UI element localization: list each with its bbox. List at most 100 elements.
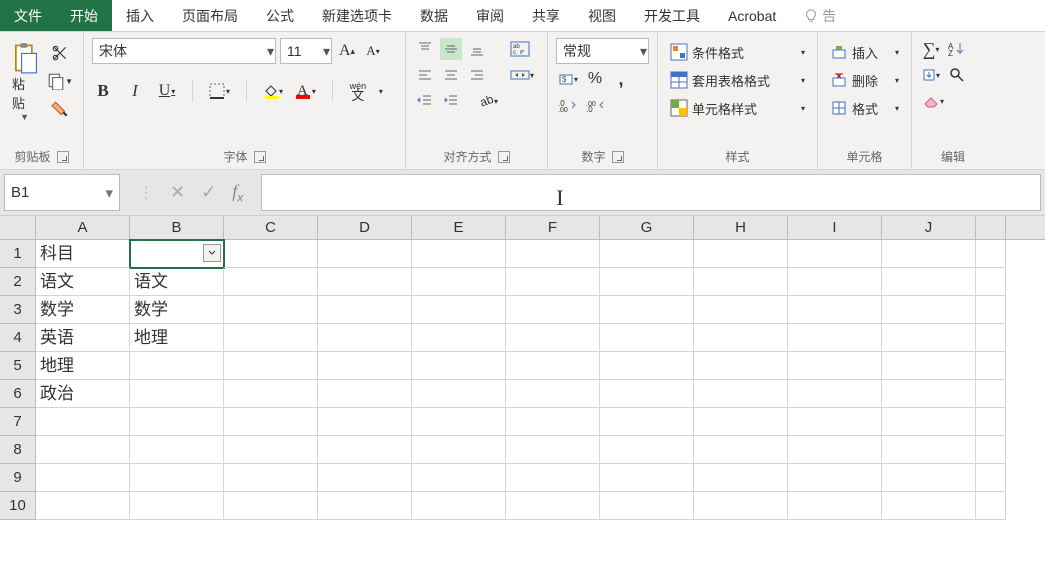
formula-input[interactable]: I bbox=[261, 174, 1041, 211]
cell-F1[interactable] bbox=[506, 240, 600, 268]
cell-H5[interactable] bbox=[694, 352, 788, 380]
cell-J3[interactable] bbox=[882, 296, 976, 324]
tab-tellme[interactable]: 告 bbox=[790, 0, 850, 31]
cell-D6[interactable] bbox=[318, 380, 412, 408]
cell-B10[interactable] bbox=[130, 492, 224, 520]
tab-insert[interactable]: 插入 bbox=[112, 0, 168, 31]
align-right-button[interactable] bbox=[466, 64, 488, 86]
cell-F10[interactable] bbox=[506, 492, 600, 520]
cell-H1[interactable] bbox=[694, 240, 788, 268]
cell-G4[interactable] bbox=[600, 324, 694, 352]
cell-G10[interactable] bbox=[600, 492, 694, 520]
filter-dropdown-button[interactable] bbox=[203, 244, 221, 262]
row-header-8[interactable]: 8 bbox=[0, 436, 36, 464]
cell-I3[interactable] bbox=[788, 296, 882, 324]
cell-H2[interactable] bbox=[694, 268, 788, 296]
cell-A6[interactable]: 政治 bbox=[36, 380, 130, 408]
cell-H9[interactable] bbox=[694, 464, 788, 492]
cell-I10[interactable] bbox=[788, 492, 882, 520]
cell-B1[interactable] bbox=[130, 240, 224, 268]
cell-A2[interactable]: 语文 bbox=[36, 268, 130, 296]
cell-G5[interactable] bbox=[600, 352, 694, 380]
font-color-button[interactable]: A▾ bbox=[295, 80, 318, 102]
tab-data[interactable]: 数据 bbox=[406, 0, 462, 31]
merge-button[interactable]: ▾ bbox=[508, 64, 536, 86]
cell-E8[interactable] bbox=[412, 436, 506, 464]
cell-I8[interactable] bbox=[788, 436, 882, 464]
cell-C8[interactable] bbox=[224, 436, 318, 464]
cell-G7[interactable] bbox=[600, 408, 694, 436]
cell-A8[interactable] bbox=[36, 436, 130, 464]
cell-C6[interactable] bbox=[224, 380, 318, 408]
cell-J6[interactable] bbox=[882, 380, 976, 408]
tab-dev[interactable]: 开发工具 bbox=[630, 0, 714, 31]
cell-B4[interactable]: 地理 bbox=[130, 324, 224, 352]
row-header-2[interactable]: 2 bbox=[0, 268, 36, 296]
cell-A10[interactable] bbox=[36, 492, 130, 520]
cell-E9[interactable] bbox=[412, 464, 506, 492]
cell-I1[interactable] bbox=[788, 240, 882, 268]
row-header-3[interactable]: 3 bbox=[0, 296, 36, 324]
name-box[interactable]: B1▾ bbox=[4, 174, 120, 211]
cell-extra-1[interactable] bbox=[976, 240, 1006, 268]
cell-F2[interactable] bbox=[506, 268, 600, 296]
cell-C7[interactable] bbox=[224, 408, 318, 436]
cancel-edit-button[interactable]: ✕ bbox=[170, 182, 185, 203]
wrap-text-button[interactable]: abc bbox=[508, 38, 532, 60]
clear-button[interactable]: ▾ bbox=[920, 90, 946, 112]
tab-acrobat[interactable]: Acrobat bbox=[714, 0, 790, 31]
sort-filter-button[interactable]: AZ bbox=[946, 38, 968, 60]
row-header-4[interactable]: 4 bbox=[0, 324, 36, 352]
cell-E6[interactable] bbox=[412, 380, 506, 408]
cell-J7[interactable] bbox=[882, 408, 976, 436]
cell-extra-7[interactable] bbox=[976, 408, 1006, 436]
tab-newtab[interactable]: 新建选项卡 bbox=[308, 0, 406, 31]
shrink-font-button[interactable]: A▾ bbox=[362, 40, 384, 62]
col-header-E[interactable]: E bbox=[412, 216, 506, 239]
clipboard-dialog-launcher[interactable] bbox=[57, 151, 69, 163]
cell-A4[interactable]: 英语 bbox=[36, 324, 130, 352]
cell-F6[interactable] bbox=[506, 380, 600, 408]
percent-button[interactable]: % bbox=[584, 68, 606, 90]
cell-G8[interactable] bbox=[600, 436, 694, 464]
cell-F8[interactable] bbox=[506, 436, 600, 464]
align-dialog-launcher[interactable] bbox=[498, 151, 510, 163]
tab-view[interactable]: 视图 bbox=[574, 0, 630, 31]
cell-D8[interactable] bbox=[318, 436, 412, 464]
cell-G1[interactable] bbox=[600, 240, 694, 268]
row-header-5[interactable]: 5 bbox=[0, 352, 36, 380]
cell-G2[interactable] bbox=[600, 268, 694, 296]
cell-B3[interactable]: 数学 bbox=[130, 296, 224, 324]
cell-extra-2[interactable] bbox=[976, 268, 1006, 296]
cell-J4[interactable] bbox=[882, 324, 976, 352]
orientation-button[interactable]: ab▾ bbox=[476, 90, 500, 112]
format-painter-button[interactable] bbox=[45, 98, 75, 120]
cell-F4[interactable] bbox=[506, 324, 600, 352]
row-header-6[interactable]: 6 bbox=[0, 380, 36, 408]
cell-E10[interactable] bbox=[412, 492, 506, 520]
cell-G9[interactable] bbox=[600, 464, 694, 492]
cell-A7[interactable] bbox=[36, 408, 130, 436]
cell-J5[interactable] bbox=[882, 352, 976, 380]
cell-D7[interactable] bbox=[318, 408, 412, 436]
cell-J8[interactable] bbox=[882, 436, 976, 464]
fill-button[interactable]: ▾ bbox=[920, 64, 942, 86]
cell-A3[interactable]: 数学 bbox=[36, 296, 130, 324]
cell-C5[interactable] bbox=[224, 352, 318, 380]
cell-I2[interactable] bbox=[788, 268, 882, 296]
cell-D1[interactable] bbox=[318, 240, 412, 268]
cell-C4[interactable] bbox=[224, 324, 318, 352]
decrease-indent-button[interactable] bbox=[414, 90, 436, 112]
copy-button[interactable]: ▼ bbox=[45, 70, 75, 92]
col-header-G[interactable]: G bbox=[600, 216, 694, 239]
cell-E3[interactable] bbox=[412, 296, 506, 324]
align-top-button[interactable] bbox=[414, 38, 436, 60]
cell-G6[interactable] bbox=[600, 380, 694, 408]
col-header-I[interactable]: I bbox=[788, 216, 882, 239]
cell-B6[interactable] bbox=[130, 380, 224, 408]
cell-I6[interactable] bbox=[788, 380, 882, 408]
cell-D10[interactable] bbox=[318, 492, 412, 520]
underline-button[interactable]: U▾ bbox=[156, 80, 178, 102]
tab-file[interactable]: 文件 bbox=[0, 0, 56, 31]
font-name-combo[interactable]: 宋体▾ bbox=[92, 38, 276, 64]
